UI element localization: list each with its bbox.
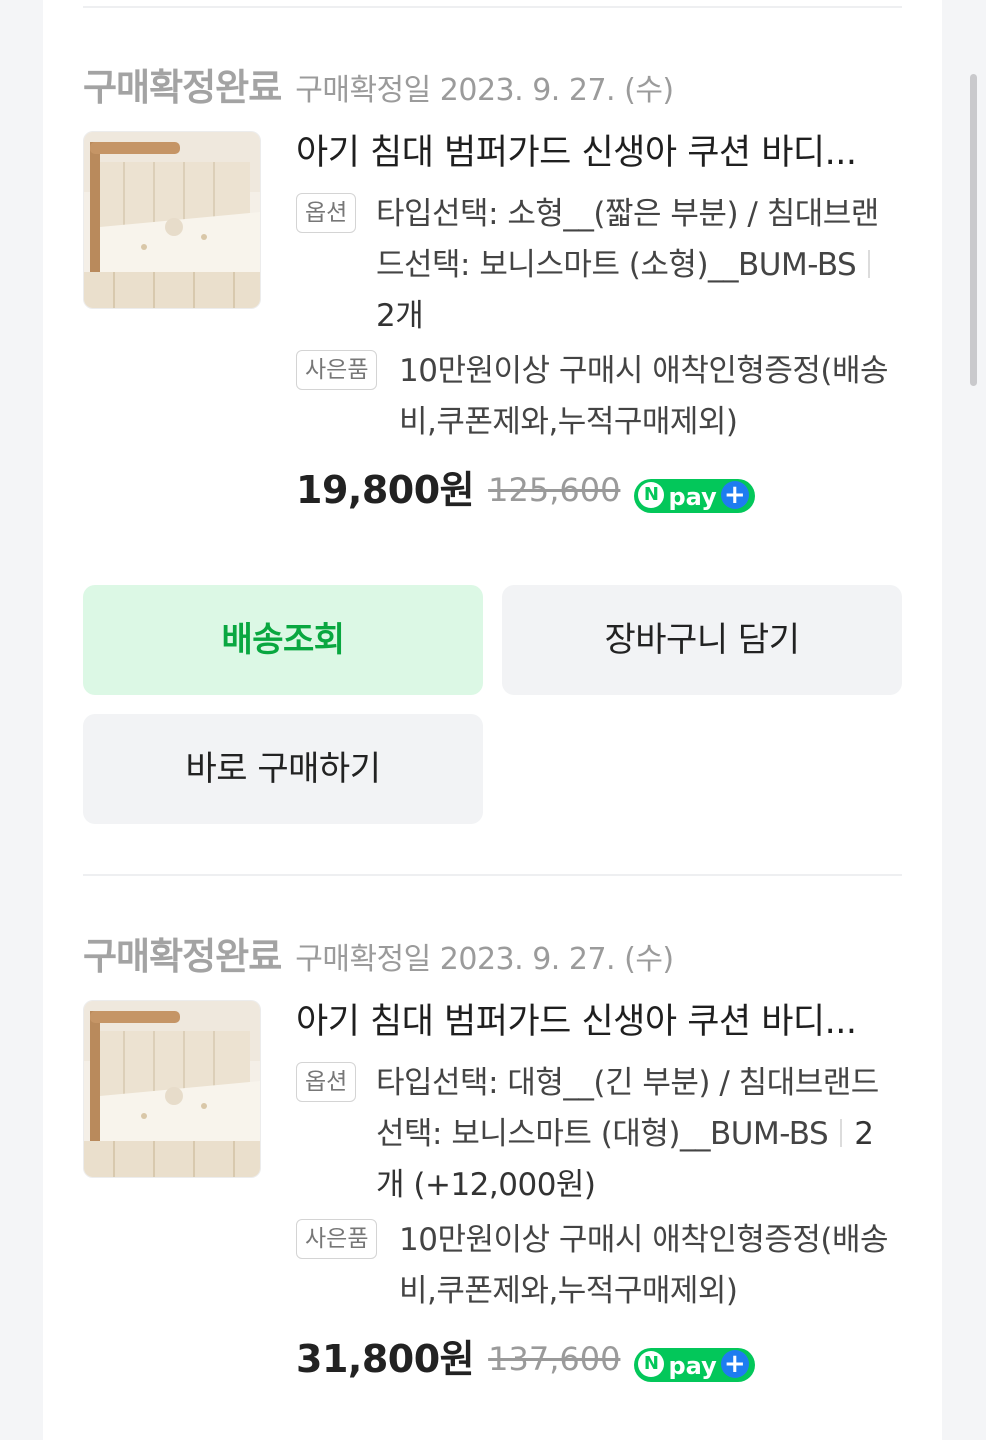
separator: [868, 250, 871, 278]
gift-tag: 사은품: [296, 350, 378, 390]
option-row: 옵션 타입선택: 소형__(짧은 부분) / 침대브랜드선택: 보니스마트 (소…: [296, 189, 896, 342]
crib-bumper-image: [84, 132, 260, 308]
sale-price: 19,800원: [296, 468, 475, 512]
crib-bumper-image: [84, 1001, 260, 1177]
product-thumbnail[interactable]: [83, 131, 261, 309]
separator: [840, 1119, 843, 1147]
n-circle-icon: N: [638, 1351, 665, 1377]
option-text: 타입선택: 소형__(짧은 부분) / 침대브랜드선택: 보니스마트 (소형)_…: [376, 196, 879, 283]
order-status: 구매확정완료: [83, 66, 282, 109]
product-info: 아기 침대 범퍼가드 신생아 쿠션 바디... 옵션 타입선택: 소형__(짧은…: [296, 125, 896, 520]
divider: [83, 6, 902, 8]
price-row: 31,800원 137,600 Npay +: [296, 1329, 896, 1389]
option-text-block: 타입선택: 소형__(짧은 부분) / 침대브랜드선택: 보니스마트 (소형)_…: [376, 189, 896, 342]
original-price: 125,600: [488, 471, 621, 509]
gift-tag: 사은품: [296, 1219, 378, 1259]
npay-word: pay: [668, 482, 717, 511]
product-title[interactable]: 아기 침대 범퍼가드 신생아 쿠션 바디...: [296, 125, 896, 181]
track-delivery-button[interactable]: 배송조회: [83, 585, 483, 695]
plus-icon: +: [720, 481, 749, 509]
order-list-panel: 구매확정완료 구매확정일 2023. 9. 27. (수) 아기 침대 범퍼가드 …: [43, 0, 942, 1440]
order-status: 구매확정완료: [83, 935, 282, 978]
order-status-row: 구매확정완료 구매확정일 2023. 9. 27. (수): [83, 935, 674, 978]
divider: [83, 874, 902, 876]
n-circle-icon: N: [638, 482, 665, 508]
gift-row: 사은품 10만원이상 구매시 애착인형증정(배송비,쿠폰제와,누적구매제외): [296, 346, 896, 448]
npay-word: pay: [668, 1351, 717, 1380]
confirm-date: 구매확정일 2023. 9. 27. (수): [295, 942, 674, 977]
add-to-cart-button[interactable]: 장바구니 담기: [502, 585, 902, 695]
gift-text: 10만원이상 구매시 애착인형증정(배송비,쿠폰제와,누적구매제외): [399, 1222, 889, 1309]
product-title[interactable]: 아기 침대 범퍼가드 신생아 쿠션 바디...: [296, 994, 896, 1050]
sale-price: 31,800원: [296, 1337, 475, 1381]
quantity: 2개: [376, 298, 424, 334]
product-info: 아기 침대 범퍼가드 신생아 쿠션 바디... 옵션 타입선택: 대형__(긴 …: [296, 994, 896, 1389]
product-thumbnail[interactable]: [83, 1000, 261, 1178]
original-price: 137,600: [488, 1340, 621, 1378]
plus-icon: +: [720, 1350, 749, 1378]
order-status-row: 구매확정완료 구매확정일 2023. 9. 27. (수): [83, 66, 674, 109]
scrollbar[interactable]: [970, 74, 977, 386]
npay-plus-icon: Npay +: [634, 478, 755, 513]
option-text-block: 타입선택: 대형__(긴 부분) / 침대브랜드선택: 보니스마트 (대형)__…: [376, 1058, 896, 1211]
price-row: 19,800원 125,600 Npay +: [296, 460, 896, 520]
option-row: 옵션 타입선택: 대형__(긴 부분) / 침대브랜드선택: 보니스마트 (대형…: [296, 1058, 896, 1211]
gift-text: 10만원이상 구매시 애착인형증정(배송비,쿠폰제와,누적구매제외): [399, 353, 889, 440]
option-text: 타입선택: 대형__(긴 부분) / 침대브랜드선택: 보니스마트 (대형)__…: [376, 1065, 879, 1152]
option-tag: 옵션: [296, 193, 357, 233]
npay-plus-icon: Npay +: [634, 1347, 755, 1382]
buy-now-button[interactable]: 바로 구매하기: [83, 714, 483, 824]
gift-row: 사은품 10만원이상 구매시 애착인형증정(배송비,쿠폰제와,누적구매제외): [296, 1215, 896, 1317]
confirm-date: 구매확정일 2023. 9. 27. (수): [295, 73, 674, 108]
option-tag: 옵션: [296, 1062, 357, 1102]
